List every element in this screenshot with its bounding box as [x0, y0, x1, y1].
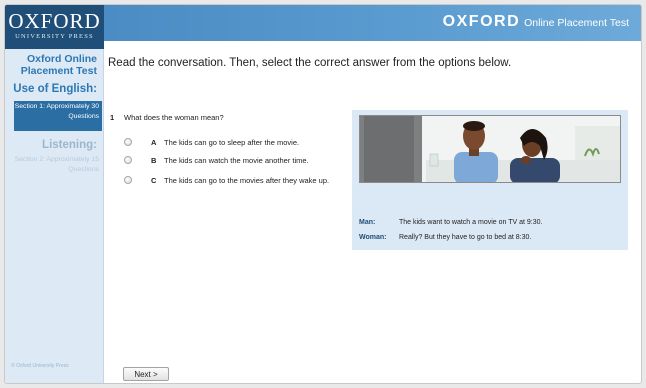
option-b-letter: B [151, 156, 157, 165]
conversation-photo [359, 115, 621, 183]
logo-sub-text: UNIVERSITY PRESS [15, 33, 94, 40]
option-b-radio[interactable] [124, 156, 132, 164]
line-man: The kids want to watch a movie on TV at … [399, 219, 543, 226]
copyright-text: © Oxford University Press [11, 363, 69, 369]
dialogue-line-man: Man: The kids want to watch a movie on TV… [359, 219, 542, 226]
option-c-letter: C [151, 176, 157, 185]
sidebar-item-section-1: Section 1: Approximately 30 Questions [14, 101, 102, 131]
header-brand: OXFORD [442, 13, 521, 30]
speaker-man: Man: [359, 219, 376, 226]
line-woman: Really? But they have to go to bed at 8:… [399, 234, 532, 241]
instruction-text: Read the conversation. Then, select the … [108, 57, 512, 69]
sidebar: OXFORD UNIVERSITY PRESS Oxford Online Pl… [5, 5, 104, 383]
option-b-text: The kids can watch the movie another tim… [164, 156, 309, 165]
sidebar-section-listening: Listening: [42, 139, 97, 151]
conversation-panel: Man: The kids want to watch a movie on TV… [352, 110, 628, 250]
option-a-radio[interactable] [124, 138, 132, 146]
header-bar: OXFORD Online Placement Test [104, 5, 641, 41]
couple-photo-image [360, 116, 620, 182]
sidebar-item-section-2: Section 2: Approximately 15 Questions [14, 156, 99, 173]
sidebar-section-use-of-english: Use of English: [13, 83, 97, 95]
option-c-text: The kids can go to the movies after they… [164, 176, 330, 185]
option-a-text: The kids can go to sleep after the movie… [164, 138, 300, 147]
logo-main-text: OXFORD [8, 9, 101, 33]
header-title: OXFORD Online Placement Test [443, 13, 629, 31]
next-button[interactable]: Next > [123, 367, 169, 381]
question-number: 1 [110, 113, 115, 122]
option-a-letter: A [151, 138, 157, 147]
option-c-radio[interactable] [124, 176, 132, 184]
question-text: What does the woman mean? [124, 113, 224, 122]
dialogue-line-woman: Woman: Really? But they have to go to bed… [359, 234, 531, 241]
speaker-woman: Woman: [359, 234, 387, 241]
oxford-logo: OXFORD UNIVERSITY PRESS [5, 5, 104, 49]
sidebar-title: Oxford Online Placement Test [20, 53, 97, 77]
header-title-rest: Online Placement Test [524, 17, 629, 29]
